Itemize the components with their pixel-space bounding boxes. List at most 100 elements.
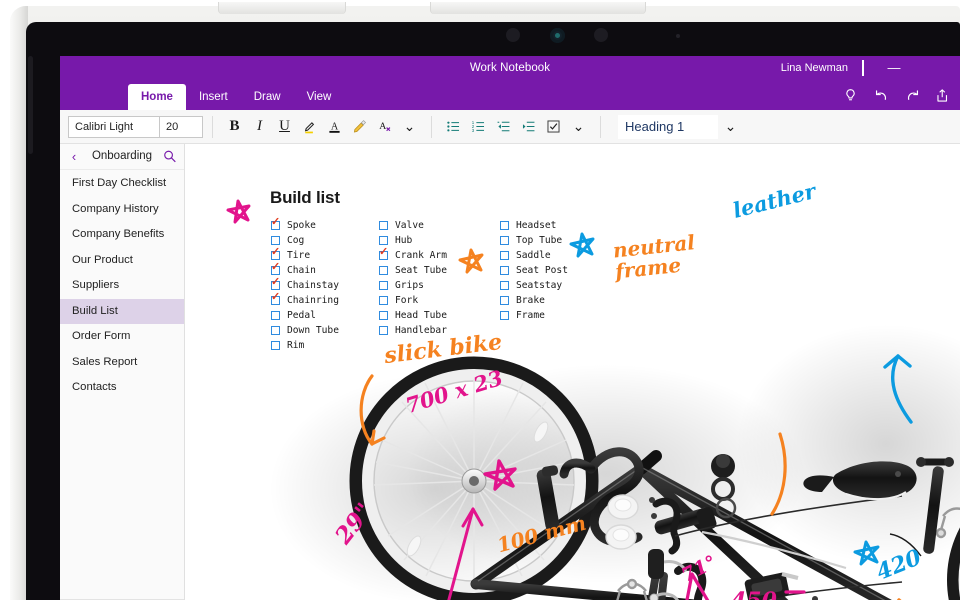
checkbox-top-tube[interactable] [500, 236, 509, 245]
checklist-label: Chainring [287, 295, 339, 306]
sidebar-item-order-form[interactable]: Order Form [60, 324, 184, 350]
svg-text:3: 3 [472, 128, 475, 133]
led-indicator-icon [676, 34, 680, 38]
ribbon-divider-2 [431, 115, 432, 138]
font-name-input[interactable]: Calibri Light [68, 115, 160, 138]
checklist-item: Top Tube [500, 233, 568, 248]
sidebar-item-build-list[interactable]: Build List [60, 298, 184, 324]
checkbox-seatstay[interactable] [500, 281, 509, 290]
checkbox-grips[interactable] [379, 281, 388, 290]
checklist-label: Head Tube [395, 310, 447, 321]
increase-indent-icon[interactable] [516, 114, 541, 140]
account-name[interactable]: Lina Newman [781, 62, 848, 74]
sidebar-item-company-benefits[interactable]: Company Benefits [60, 222, 184, 248]
paragraph-style-select[interactable]: Heading 1 [618, 114, 718, 139]
sidebar-item-first-day-checklist[interactable]: First Day Checklist [60, 171, 184, 197]
bike-parts-photo [186, 144, 960, 600]
tab-draw[interactable]: Draw [241, 84, 294, 110]
tags-more-chevron-down-icon[interactable]: ⌄ [566, 114, 591, 140]
page-title: Build list [270, 188, 340, 207]
sidebar-item-contacts[interactable]: Contacts [60, 375, 184, 401]
checkbox-handlebar[interactable] [379, 326, 388, 335]
proximity-sensor-icon [506, 28, 520, 42]
tab-home[interactable]: Home [128, 84, 186, 110]
numbered-list-icon[interactable]: 123 [466, 114, 491, 140]
checkbox-headset[interactable] [500, 221, 509, 230]
tell-me-lightbulb-icon[interactable] [842, 87, 859, 104]
checkbox-head-tube[interactable] [379, 311, 388, 320]
checkbox-seat-post[interactable] [500, 266, 509, 275]
font-more-chevron-down-icon[interactable]: ⌄ [397, 114, 422, 140]
checkbox-hub[interactable] [379, 236, 388, 245]
checklist-item: Brake [500, 293, 568, 308]
sidebar-item-our-product[interactable]: Our Product [60, 248, 184, 274]
todo-checkbox-icon[interactable] [541, 114, 566, 140]
sidebar-item-suppliers[interactable]: Suppliers [60, 273, 184, 299]
font-color-button[interactable]: A [322, 114, 347, 140]
checkbox-saddle[interactable] [500, 251, 509, 260]
checklist-item: Pedal [271, 308, 339, 323]
checkbox-pedal[interactable] [271, 311, 280, 320]
checklist-label: Spoke [287, 220, 316, 231]
sidebar-item-sales-report[interactable]: Sales Report [60, 350, 184, 376]
tablet-device: Work Notebook Lina Newman — ← → Home Ins… [0, 0, 960, 600]
checklist-label: Pedal [287, 310, 316, 321]
ir-sensor-icon [594, 28, 608, 42]
checkbox-rim[interactable] [271, 341, 280, 350]
checkbox-seat-tube[interactable] [379, 266, 388, 275]
style-more-chevron-down-icon[interactable]: ⌄ [718, 114, 743, 140]
tab-view[interactable]: View [294, 84, 345, 110]
checklist-label: Fork [395, 295, 419, 306]
checklist-item: Grips [379, 278, 447, 293]
sidebar-item-company-history[interactable]: Company History [60, 197, 184, 223]
checklist-label: Valve [395, 220, 424, 231]
checklist-label: Frame [516, 310, 545, 321]
highlighter-icon[interactable] [297, 114, 322, 140]
svg-text:A: A [331, 121, 339, 132]
checklist-label: Cog [287, 235, 305, 246]
clear-formatting-icon[interactable]: A [372, 114, 397, 140]
bulleted-list-icon[interactable] [441, 114, 466, 140]
checklist-item: Fork [379, 293, 447, 308]
italic-button[interactable]: I [247, 114, 272, 140]
redo-icon[interactable] [904, 87, 921, 104]
checklist-item: Frame [500, 308, 568, 323]
checklist-item: Rim [271, 338, 339, 353]
decrease-indent-icon[interactable] [491, 114, 516, 140]
bold-button[interactable]: B [222, 114, 247, 140]
checklist-item: Chain [271, 262, 339, 278]
checklist-item: Seat Tube [379, 263, 447, 278]
checkbox-frame[interactable] [500, 311, 509, 320]
share-icon[interactable] [935, 87, 952, 104]
checkbox-brake[interactable] [500, 296, 509, 305]
checkbox-spoke[interactable] [271, 217, 280, 230]
font-size-input[interactable]: 20 [159, 115, 203, 138]
note-canvas[interactable]: Build list Spoke Cog Tire Chain Chainsta… [186, 144, 960, 600]
checklist-label: Headset [516, 220, 557, 231]
undo-icon[interactable] [873, 87, 890, 104]
checkbox-down-tube[interactable] [271, 326, 280, 335]
search-icon[interactable] [162, 148, 178, 165]
device-side-button[interactable] [28, 56, 33, 154]
checklist-item: Chainring [271, 292, 339, 308]
underline-button[interactable]: U [272, 114, 297, 140]
checklist-item: Handlebar [379, 323, 447, 338]
checklist-label: Handlebar [395, 325, 447, 336]
minimize-button[interactable]: — [882, 61, 906, 77]
checklist-item: Spoke [271, 217, 339, 233]
front-camera-icon [550, 28, 565, 43]
titlebar-divider [862, 60, 864, 76]
checkbox-chainstay[interactable] [271, 277, 280, 290]
checkbox-crank-arm[interactable] [379, 247, 388, 260]
checkbox-valve[interactable] [379, 221, 388, 230]
format-painter-icon[interactable] [347, 114, 372, 140]
checkbox-cog[interactable] [271, 236, 280, 245]
checkbox-chain[interactable] [271, 262, 280, 275]
device-hinge-right [430, 2, 646, 14]
checkbox-tire[interactable] [271, 247, 280, 260]
ribbon-divider-3 [600, 115, 601, 138]
tab-insert[interactable]: Insert [186, 84, 241, 110]
checkbox-fork[interactable] [379, 296, 388, 305]
sidebar-header: ‹ Onboarding [60, 144, 184, 170]
checkbox-chainring[interactable] [271, 292, 280, 305]
